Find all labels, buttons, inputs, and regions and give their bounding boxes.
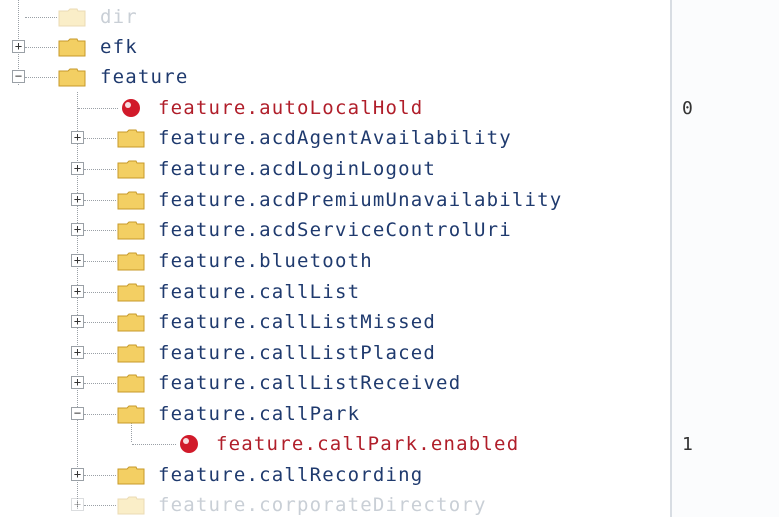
- value-column: 0 1: [670, 0, 779, 517]
- tree-item-label: feature.autoLocalHold: [158, 97, 424, 119]
- folder-icon: [58, 38, 86, 57]
- plus-box-icon[interactable]: +: [71, 468, 84, 481]
- setting-leaf-icon: [122, 99, 140, 117]
- tree-item-feature-bluetooth[interactable]: + feature.bluetooth: [0, 247, 672, 275]
- plus-box-icon[interactable]: +: [71, 131, 84, 144]
- tree-item-feature-callpark[interactable]: − feature.callPark: [0, 400, 672, 428]
- plus-box-icon[interactable]: +: [12, 40, 25, 53]
- folder-icon: [117, 405, 145, 424]
- folder-icon: [58, 68, 86, 87]
- folder-icon: [117, 466, 145, 485]
- tree-item-label: feature.callListMissed: [158, 311, 437, 333]
- tree-item-feature-calllistreceived[interactable]: + feature.callListReceived: [0, 369, 672, 397]
- folder-icon: [117, 496, 145, 515]
- plus-box-icon[interactable]: +: [71, 193, 84, 206]
- value-autolocalhold[interactable]: 0: [682, 98, 693, 119]
- plus-box-icon[interactable]: +: [71, 223, 84, 236]
- tree-item-feature-calllist[interactable]: + feature.callList: [0, 278, 672, 306]
- tree-item-feature-acdagentavailability[interactable]: + feature.acdAgentAvailability: [0, 124, 672, 152]
- tree-item-label: feature.callListReceived: [158, 372, 462, 394]
- folder-icon: [117, 313, 145, 332]
- plus-box-icon[interactable]: +: [71, 162, 84, 175]
- tree-item-feature-calllistmissed[interactable]: + feature.callListMissed: [0, 308, 672, 336]
- tree-item-feature-acdpremiumunavailability[interactable]: + feature.acdPremiumUnavailability: [0, 186, 672, 214]
- folder-icon: [117, 129, 145, 148]
- tree-item-feature-callrecording[interactable]: + feature.callRecording: [0, 461, 672, 489]
- tree-item-feature-corporatedirectory[interactable]: + feature.corporateDirectory: [0, 491, 672, 519]
- plus-box-icon[interactable]: +: [71, 376, 84, 389]
- folder-icon: [117, 191, 145, 210]
- tree-item-label: feature.callPark.enabled: [216, 433, 520, 455]
- folder-icon: [117, 160, 145, 179]
- minus-box-icon[interactable]: −: [71, 407, 84, 420]
- tree-item-feature[interactable]: − feature: [0, 63, 672, 91]
- tree-item-label: feature: [100, 66, 189, 88]
- plus-box-icon[interactable]: +: [71, 346, 84, 359]
- tree-item-efk[interactable]: + efk: [0, 33, 672, 61]
- tree-item-label: feature.corporateDirectory: [158, 494, 487, 516]
- tree-item-label: feature.callRecording: [158, 464, 424, 486]
- value-callpark-enabled[interactable]: 1: [682, 434, 693, 455]
- folder-icon: [117, 344, 145, 363]
- tree-item-feature-calllistplaced[interactable]: + feature.callListPlaced: [0, 339, 672, 367]
- folder-icon: [117, 374, 145, 393]
- plus-box-icon[interactable]: +: [71, 498, 84, 511]
- folder-icon: [58, 8, 86, 27]
- minus-box-icon[interactable]: −: [12, 70, 25, 83]
- tree-item-label: feature.acdPremiumUnavailability: [158, 189, 563, 211]
- tree-item-feature-acdloginlogout[interactable]: + feature.acdLoginLogout: [0, 155, 672, 183]
- plus-box-icon[interactable]: +: [71, 285, 84, 298]
- tree-item-label: dir: [100, 6, 138, 28]
- folder-icon: [117, 221, 145, 240]
- tree-item-feature-callpark-enabled[interactable]: feature.callPark.enabled: [0, 430, 672, 458]
- plus-box-icon[interactable]: +: [71, 315, 84, 328]
- tree-item-label: feature.callListPlaced: [158, 342, 437, 364]
- tree-item-label: feature.acdLoginLogout: [158, 158, 437, 180]
- tree-item-feature-acdservicecontroluri[interactable]: + feature.acdServiceControlUri: [0, 216, 672, 244]
- config-tree: dir + efk − feature feature.autoLocalHol…: [0, 0, 672, 517]
- tree-item-label: feature.bluetooth: [158, 250, 373, 272]
- folder-icon: [117, 252, 145, 271]
- setting-leaf-icon: [180, 435, 198, 453]
- tree-item-dir[interactable]: dir: [0, 3, 672, 31]
- tree-item-feature-autolocalhold[interactable]: feature.autoLocalHold: [0, 94, 672, 122]
- folder-icon: [117, 283, 145, 302]
- tree-item-label: feature.acdAgentAvailability: [158, 127, 512, 149]
- tree-item-label: feature.callPark: [158, 403, 361, 425]
- tree-item-label: feature.callList: [158, 281, 361, 303]
- tree-item-label: efk: [100, 36, 138, 58]
- tree-item-label: feature.acdServiceControlUri: [158, 219, 512, 241]
- plus-box-icon[interactable]: +: [71, 254, 84, 267]
